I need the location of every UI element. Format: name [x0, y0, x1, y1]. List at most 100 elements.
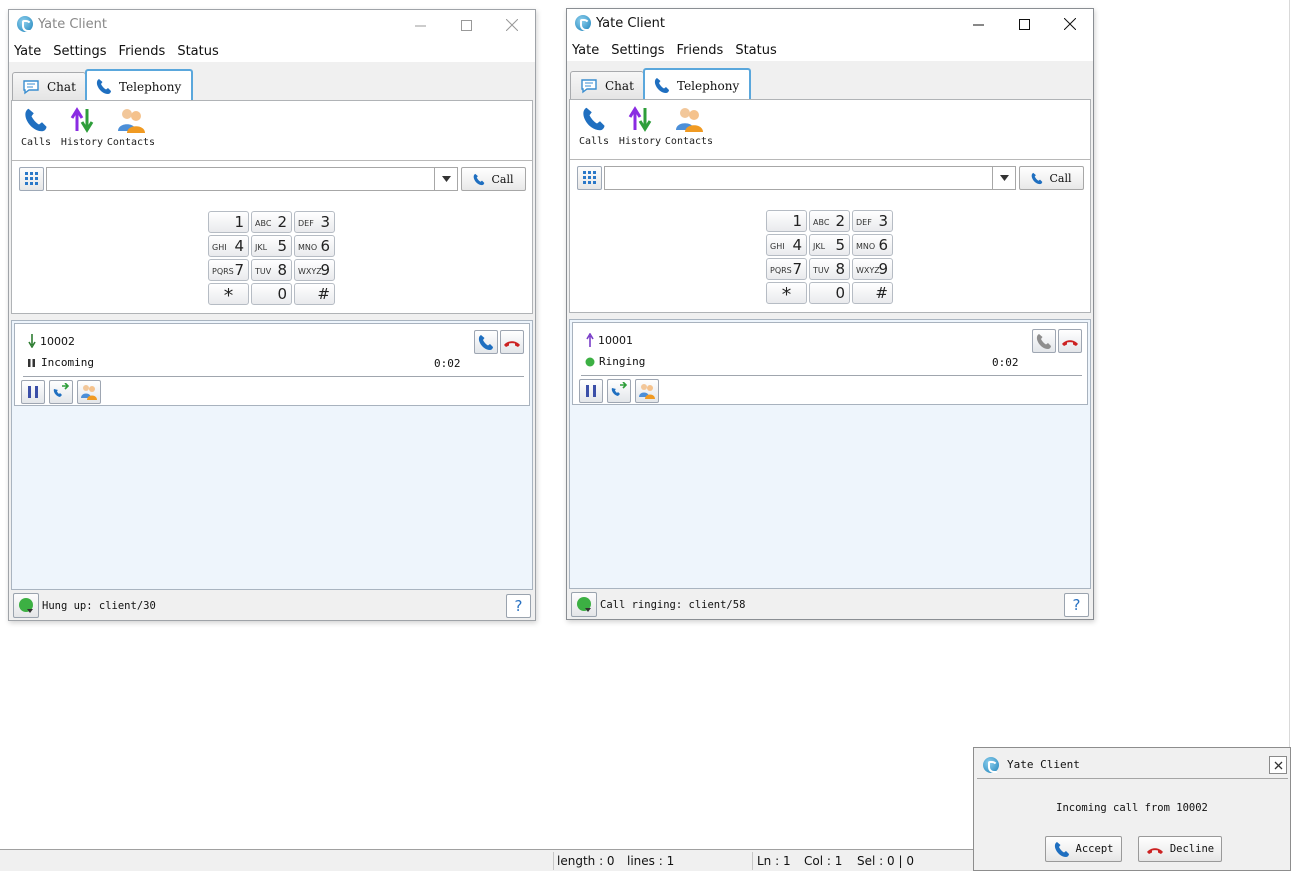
menu-yate[interactable]: Yate [572, 43, 599, 58]
tab-chat[interactable]: Chat [12, 72, 86, 101]
menu-settings[interactable]: Settings [53, 44, 106, 59]
key-5[interactable]: JKL 5 [251, 235, 292, 257]
minimize-button[interactable] [397, 13, 443, 37]
key-digit: 3 [878, 212, 888, 230]
key-hash[interactable]: # [852, 282, 893, 304]
number-input[interactable] [604, 166, 1016, 190]
hangup-button[interactable] [500, 330, 524, 354]
status-menu-button[interactable] [571, 592, 597, 617]
key-8[interactable]: TUV 8 [809, 258, 850, 280]
accept-button[interactable]: Accept [1045, 836, 1122, 862]
key-8[interactable]: TUV 8 [251, 259, 292, 281]
key-2[interactable]: ABC 2 [809, 210, 850, 232]
answer-button[interactable] [1032, 329, 1056, 353]
help-icon: ? [1072, 596, 1081, 614]
hold-button[interactable] [579, 379, 603, 403]
menu-settings[interactable]: Settings [611, 43, 664, 58]
number-dropdown-button[interactable] [434, 168, 457, 190]
key-star[interactable]: * [766, 282, 807, 306]
call-status: Incoming [41, 356, 94, 369]
telephony-toolbar: Calls History Contacts [570, 100, 1090, 160]
help-button[interactable]: ? [506, 594, 531, 618]
hangup-icon [1146, 847, 1163, 854]
close-icon [1064, 18, 1076, 30]
key-4[interactable]: GHI 4 [208, 235, 249, 257]
call-status-row: Ringing [585, 355, 645, 368]
dialpad-toggle-button[interactable] [577, 166, 602, 190]
key-1[interactable]: 1 [208, 211, 249, 233]
key-6[interactable]: MNO 6 [294, 235, 335, 257]
dialpad-toggle-button[interactable] [19, 167, 44, 191]
answer-button[interactable] [474, 330, 498, 354]
key-2[interactable]: ABC 2 [251, 211, 292, 233]
close-icon [506, 19, 518, 31]
conference-button[interactable] [635, 379, 659, 403]
toolbar-contacts[interactable]: Contacts [662, 106, 716, 147]
contacts-icon [118, 109, 145, 133]
phone-icon [654, 78, 669, 93]
key-0[interactable]: 0 [809, 282, 850, 304]
tab-chat[interactable]: Chat [570, 71, 644, 100]
help-button[interactable]: ? [1064, 593, 1089, 617]
yate-window-right: Yate Client Yate Settings Friends Status… [566, 8, 1094, 620]
column-indicator: Col : 1 [804, 854, 843, 868]
phone-icon [25, 108, 47, 132]
key-3[interactable]: DEF 3 [294, 211, 335, 233]
toolbar-calls[interactable]: Calls [18, 107, 54, 148]
close-button[interactable] [1269, 756, 1287, 774]
key-5[interactable]: JKL 5 [809, 234, 850, 256]
transfer-button[interactable] [607, 379, 631, 403]
transfer-icon [611, 382, 628, 396]
phone-icon [474, 173, 485, 185]
call-item-divider [23, 376, 524, 377]
menu-friends[interactable]: Friends [677, 43, 724, 58]
key-9[interactable]: WXYZ 9 [294, 259, 335, 281]
key-7[interactable]: PQRS 7 [208, 259, 249, 281]
maximize-button[interactable] [1001, 12, 1047, 36]
maximize-button[interactable] [443, 13, 489, 37]
key-4[interactable]: GHI 4 [766, 234, 807, 256]
menu-friends[interactable]: Friends [119, 44, 166, 59]
toolbar-history[interactable]: History [58, 107, 106, 148]
key-digit: * [781, 284, 792, 306]
key-star[interactable]: * [208, 283, 249, 307]
toolbar-history[interactable]: History [616, 106, 664, 147]
tab-telephony[interactable]: Telephony [643, 68, 751, 101]
close-button[interactable] [1047, 12, 1093, 36]
call-button[interactable]: Call [461, 167, 526, 191]
online-status-icon [577, 596, 591, 612]
menu-status[interactable]: Status [735, 43, 776, 58]
key-1[interactable]: 1 [766, 210, 807, 232]
status-menu-button[interactable] [13, 593, 39, 618]
key-3[interactable]: DEF 3 [852, 210, 893, 232]
line-indicator: Ln : 1 [757, 854, 791, 868]
hangup-button[interactable] [1058, 329, 1082, 353]
key-9[interactable]: WXYZ 9 [852, 258, 893, 280]
menu-yate[interactable]: Yate [14, 44, 41, 59]
call-button[interactable]: Call [1019, 166, 1084, 190]
call-status: Ringing [599, 355, 646, 368]
number-dropdown-button[interactable] [992, 167, 1015, 189]
tab-telephony[interactable]: Telephony [85, 69, 193, 102]
call-number: 10001 [598, 333, 633, 347]
transfer-button[interactable] [49, 380, 73, 404]
conference-button[interactable] [77, 380, 101, 404]
hold-button[interactable] [21, 380, 45, 404]
key-7[interactable]: PQRS 7 [766, 258, 807, 280]
number-input[interactable] [46, 167, 458, 191]
decline-button[interactable]: Decline [1138, 836, 1222, 862]
key-6[interactable]: MNO 6 [852, 234, 893, 256]
close-button[interactable] [489, 13, 535, 37]
online-status-icon [19, 597, 33, 613]
call-item[interactable]: 10002 Incoming 0:02 [14, 323, 530, 406]
call-button-label: Call [491, 172, 514, 186]
call-item[interactable]: 10001 Ringing 0:02 [572, 322, 1088, 405]
toolbar-calls[interactable]: Calls [576, 106, 612, 147]
menu-bar: Yate Settings Friends Status [567, 39, 1093, 61]
menu-status[interactable]: Status [177, 44, 218, 59]
key-0[interactable]: 0 [251, 283, 292, 305]
toolbar-contacts[interactable]: Contacts [104, 107, 158, 148]
minimize-button[interactable] [955, 12, 1001, 36]
maximize-icon [1018, 18, 1030, 30]
key-hash[interactable]: # [294, 283, 335, 305]
